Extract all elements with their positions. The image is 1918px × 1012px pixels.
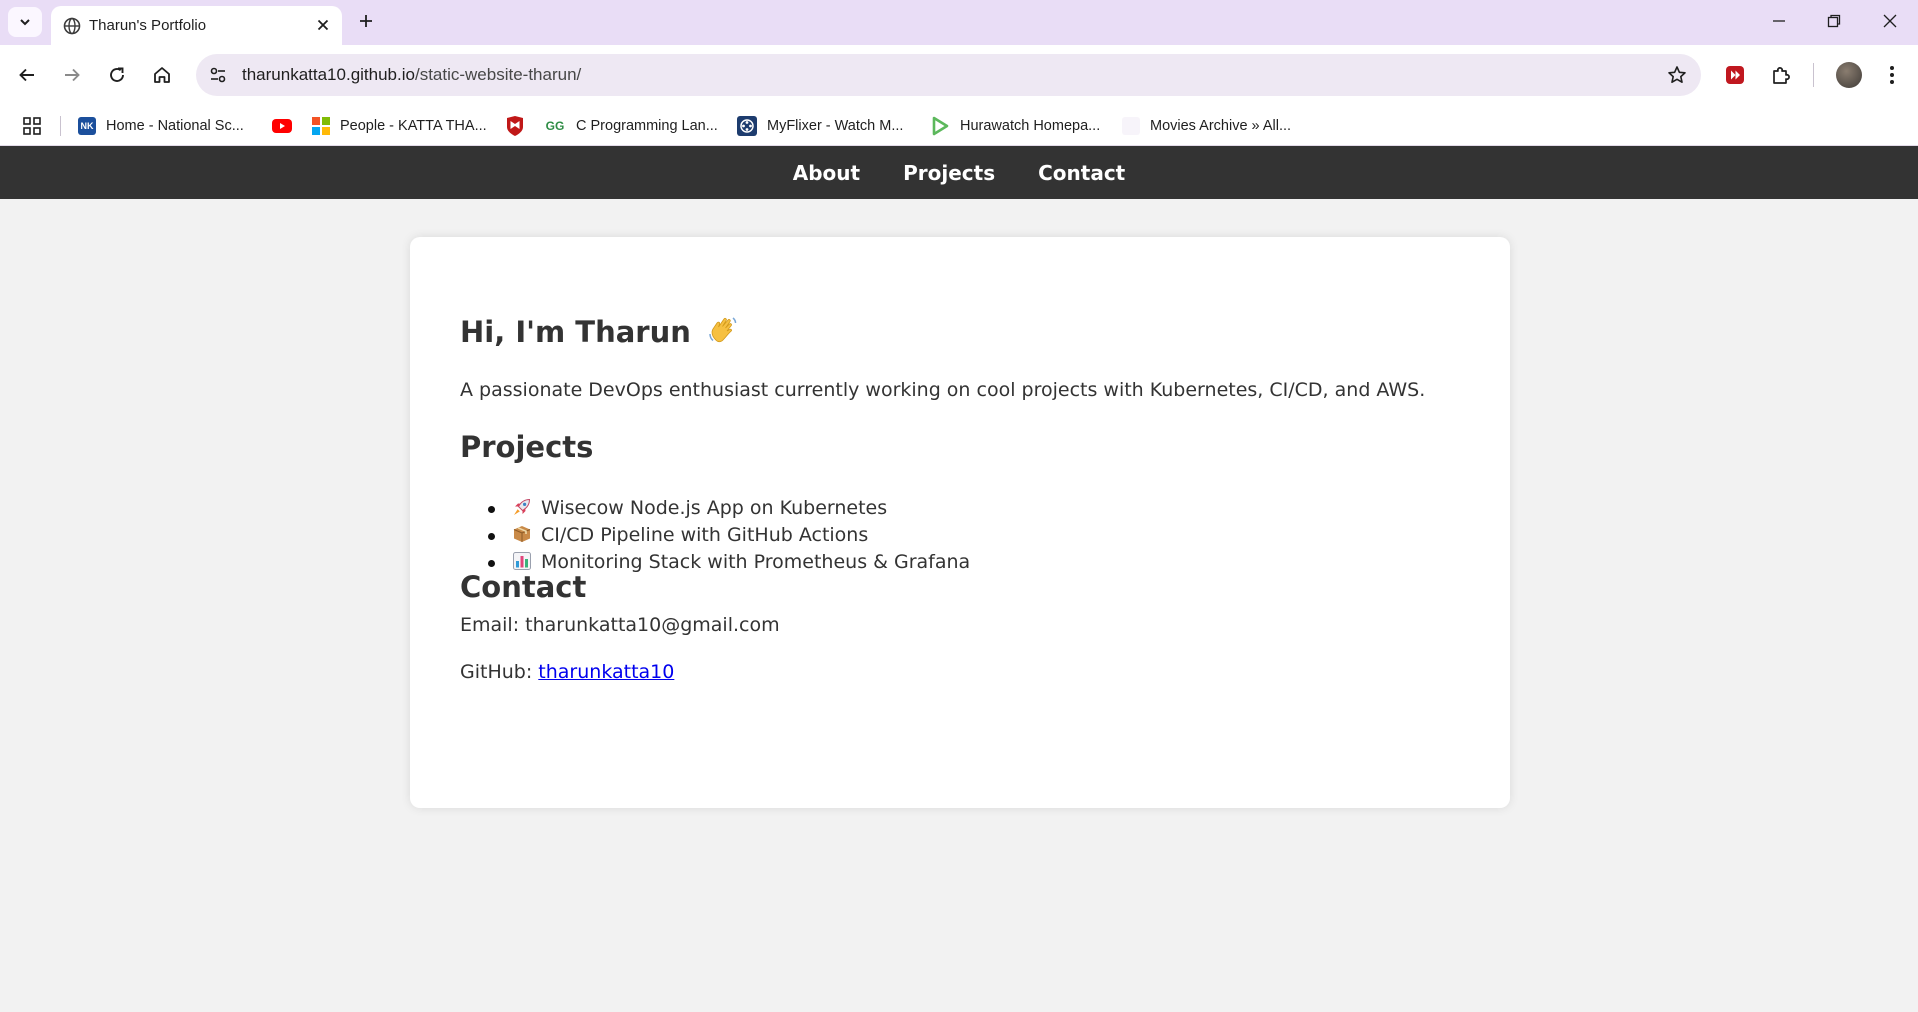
bookmark-c-programming[interactable]: GG C Programming Lan... <box>544 115 718 137</box>
nkn-icon: NK <box>78 117 96 135</box>
home-icon <box>154 67 170 83</box>
url-text: tharunkatta10.github.io/static-website-t… <box>242 65 581 85</box>
browser-menu-button[interactable] <box>1876 59 1908 91</box>
bar-chart-emoji <box>513 552 531 570</box>
extensions-menu-button[interactable] <box>1765 59 1797 91</box>
tab-search-button[interactable] <box>8 7 42 37</box>
bookmark-hurawatch[interactable]: Hurawatch Homepa... <box>930 115 1100 137</box>
hero-heading-text: Hi, I'm Tharun <box>460 315 691 349</box>
hero-heading: Hi, I'm Tharun <box>460 314 739 349</box>
contact-email: Email: tharunkatta10@gmail.com <box>460 614 780 636</box>
email-label: Email: <box>460 614 526 636</box>
media-extension-icon <box>1726 66 1744 84</box>
microsoft-icon <box>312 117 330 135</box>
home-button[interactable] <box>146 59 178 91</box>
reload-icon <box>110 67 124 82</box>
film-reel-icon <box>737 116 757 136</box>
globe-icon <box>63 17 81 35</box>
profile-avatar[interactable] <box>1836 62 1862 88</box>
restore-button[interactable] <box>1814 6 1854 36</box>
minimize-icon <box>1773 20 1785 22</box>
tune-icon <box>210 67 226 83</box>
close-window-button[interactable] <box>1870 6 1910 36</box>
extension-button[interactable] <box>1719 59 1751 91</box>
bookmark-label: MyFlixer - Watch M... <box>767 118 904 134</box>
arrow-left-icon <box>19 68 34 82</box>
gfg-icon: GG <box>545 119 565 133</box>
bookmarks-divider <box>60 116 61 136</box>
waving-hand-emoji <box>709 317 737 343</box>
project-title: Wisecow Node.js App on Kubernetes <box>541 497 888 519</box>
puzzle-icon <box>1773 67 1790 84</box>
bookmark-youtube[interactable] <box>272 115 292 137</box>
youtube-icon <box>272 119 292 133</box>
chevron-down-icon <box>20 19 30 26</box>
github-link[interactable]: tharunkatta10 <box>538 661 674 683</box>
github-label: GitHub: <box>460 661 539 683</box>
bookmark-label: Home - National Sc... <box>106 118 244 134</box>
arrow-right-icon <box>65 68 80 82</box>
intro-text: A passionate DevOps enthusiast currently… <box>460 379 1426 401</box>
blank-page-icon <box>1122 117 1140 135</box>
bookmark-national-sc[interactable]: NK Home - National Sc... <box>78 115 244 137</box>
play-icon <box>932 116 949 136</box>
projects-heading: Projects <box>460 430 594 464</box>
url-path: /static-website-tharun/ <box>414 65 582 84</box>
projects-list: Wisecow Node.js App on Kubernetes CI/CD … <box>460 495 970 576</box>
bookmarks-bar: NK Home - National Sc... People - KATTA … <box>0 106 1918 146</box>
plus-icon <box>360 15 372 27</box>
close-icon <box>1883 14 1897 28</box>
forward-button[interactable] <box>56 59 88 91</box>
bookmark-label: Hurawatch Homepa... <box>960 118 1101 134</box>
reload-button[interactable] <box>101 59 133 91</box>
url-host: tharunkatta10.github.io <box>242 65 415 84</box>
browser-toolbar: tharunkatta10.github.io/static-website-t… <box>0 45 1918 106</box>
list-item: Wisecow Node.js App on Kubernetes <box>460 495 970 522</box>
contact-heading: Contact <box>460 570 587 604</box>
package-emoji <box>513 526 531 542</box>
bookmark-myflixer[interactable]: MyFlixer - Watch M... <box>737 115 903 137</box>
address-bar[interactable]: tharunkatta10.github.io/static-website-t… <box>196 54 1701 96</box>
new-tab-button[interactable] <box>353 8 379 34</box>
bookmark-mcafee[interactable] <box>506 115 524 137</box>
star-icon <box>1668 66 1686 83</box>
project-title: Monitoring Stack with Prometheus & Grafa… <box>541 551 971 573</box>
content-card: Hi, I'm Tharun A passionate DevOps enthu… <box>410 237 1510 808</box>
tab-close-button[interactable] <box>312 14 334 36</box>
tab-title: Tharun's Portfolio <box>89 17 207 34</box>
project-title: CI/CD Pipeline with GitHub Actions <box>541 524 869 546</box>
restore-icon <box>1827 14 1841 28</box>
apps-grid-icon[interactable] <box>22 116 42 136</box>
tab-strip: Tharun's Portfolio <box>0 0 1918 45</box>
email-value: tharunkatta10@gmail.com <box>525 614 780 636</box>
contact-github: GitHub: tharunkatta10 <box>460 661 674 683</box>
back-button[interactable] <box>11 59 43 91</box>
minimize-button[interactable] <box>1759 6 1799 36</box>
site-info-button[interactable] <box>206 63 230 87</box>
rocket-emoji <box>514 498 531 515</box>
bookmark-label: People - KATTA THA... <box>340 118 487 134</box>
mcafee-icon <box>507 116 523 136</box>
nav-link-contact[interactable]: Contact <box>1038 161 1125 185</box>
list-item: CI/CD Pipeline with GitHub Actions <box>460 522 970 549</box>
bookmark-label: Movies Archive » All... <box>1150 118 1292 134</box>
bookmark-movies-archive[interactable]: Movies Archive » All... <box>1122 115 1291 137</box>
bookmark-people[interactable]: People - KATTA THA... <box>312 115 487 137</box>
more-vertical-icon <box>1890 66 1894 84</box>
bookmark-label: C Programming Lan... <box>576 118 718 134</box>
bookmark-star-button[interactable] <box>1665 63 1689 87</box>
toolbar-divider <box>1813 63 1814 87</box>
nav-link-about[interactable]: About <box>793 161 860 185</box>
active-tab[interactable]: Tharun's Portfolio <box>51 6 342 45</box>
close-icon <box>317 19 329 31</box>
nav-link-projects[interactable]: Projects <box>903 161 995 185</box>
site-nav: About Projects Contact <box>0 146 1918 199</box>
